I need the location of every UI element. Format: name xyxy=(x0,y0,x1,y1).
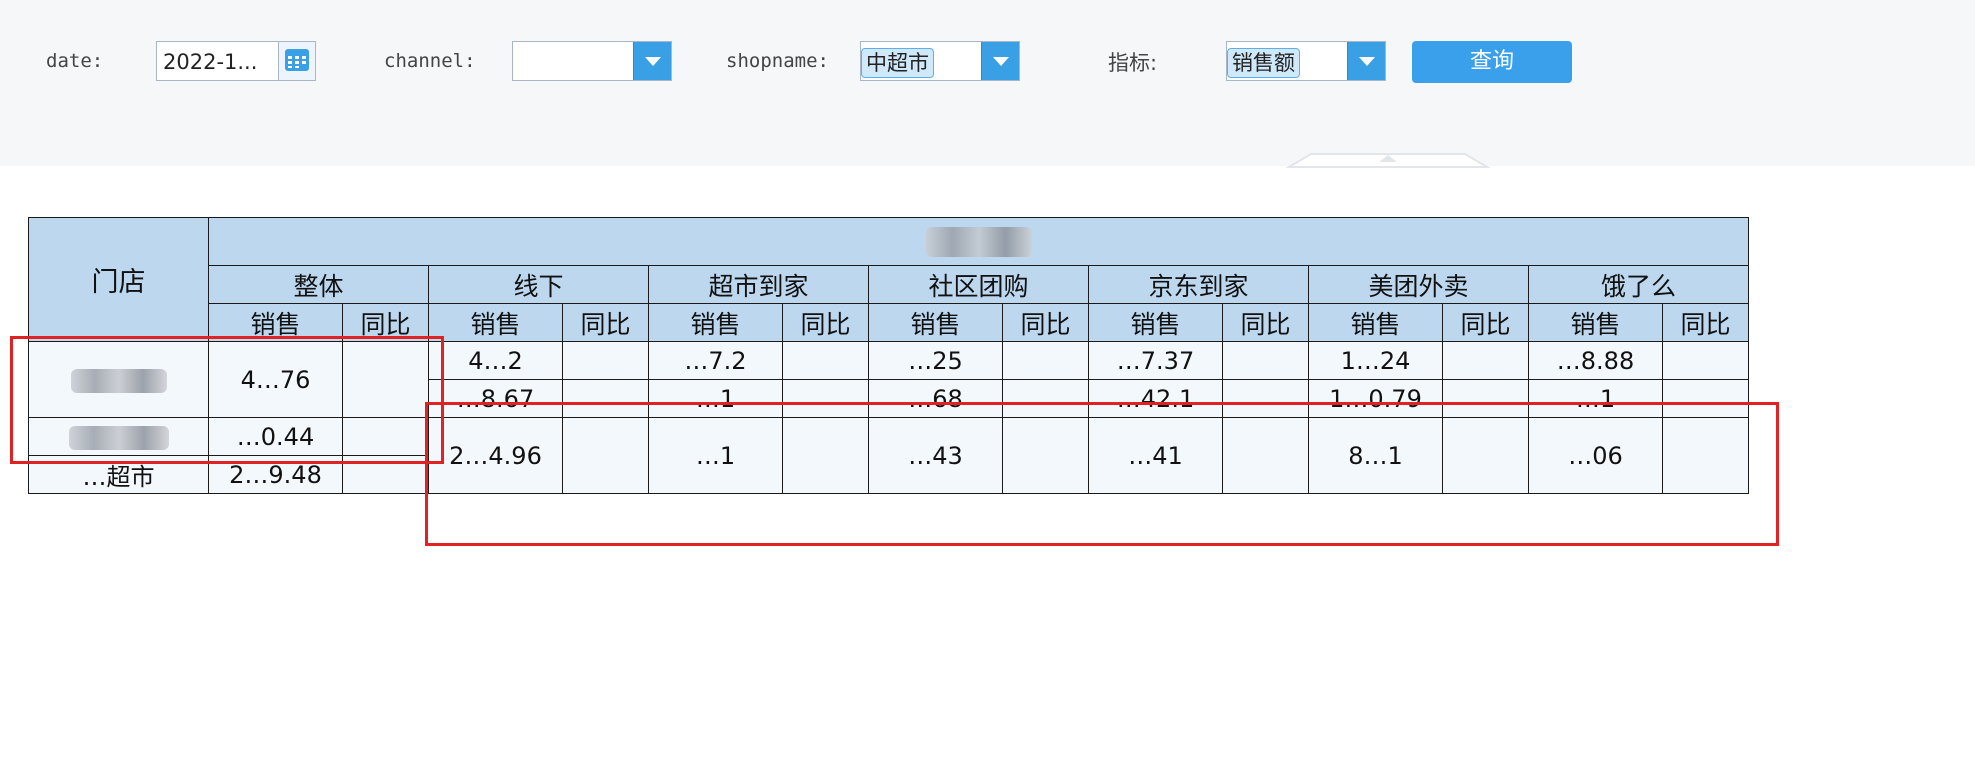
yoy-subheader: 同比 xyxy=(1002,303,1089,342)
channel-header: 饿了么 xyxy=(1528,265,1749,304)
channel-sales-cell: 4…2 xyxy=(428,341,563,380)
channel-sales-cell: …25 xyxy=(868,341,1003,380)
channel-sales-cell: 2…4.96 xyxy=(428,417,563,494)
sales-subheader: 销售 xyxy=(1308,303,1443,342)
shopname-label: shopname: xyxy=(726,50,829,72)
channel-sales-cell: …43 xyxy=(868,417,1003,494)
channel-sales-cell: …42.1 xyxy=(1088,379,1223,418)
sales-table: 门店 整体 线下 超市到家 社区团购 京东到家 美团外卖 饿了么 销售 同比 销… xyxy=(28,217,1749,494)
overall-sales-cell: …0.44 xyxy=(208,417,343,456)
yoy-subheader: 同比 xyxy=(1442,303,1529,342)
channel-yoy-cell xyxy=(1662,417,1749,494)
overall-yoy-cell xyxy=(342,341,429,418)
store-name-blurred xyxy=(70,368,167,393)
channel-yoy-cell xyxy=(1662,379,1749,418)
channel-yoy-cell xyxy=(562,341,649,380)
date-value: 2022-1... xyxy=(163,50,258,74)
sales-subheader: 销售 xyxy=(868,303,1003,342)
metric-select[interactable]: 销售额 xyxy=(1226,41,1386,81)
channel-yoy-cell xyxy=(1222,341,1309,380)
channel-yoy-cell xyxy=(1222,417,1309,494)
chevron-down-icon[interactable] xyxy=(633,42,671,80)
query-button[interactable]: 查询 xyxy=(1412,41,1572,83)
channel-yoy-cell xyxy=(562,379,649,418)
chevron-down-icon[interactable] xyxy=(981,42,1019,80)
store-cell xyxy=(28,341,209,418)
channel-yoy-cell xyxy=(782,379,869,418)
channel-sales-cell: …7.37 xyxy=(1088,341,1223,380)
date-picker[interactable]: 2022-1... xyxy=(156,41,316,81)
filter-bar: date: 2022-1... channel: shopname: 中超市 指… xyxy=(0,0,1975,168)
shopname-select[interactable]: 中超市 xyxy=(860,41,1020,81)
channel-yoy-cell xyxy=(1222,379,1309,418)
channel-header: 超市到家 xyxy=(648,265,869,304)
channel-yoy-cell xyxy=(782,341,869,380)
date-label: date: xyxy=(46,50,104,72)
sales-subheader: 销售 xyxy=(208,303,343,342)
channel-yoy-cell xyxy=(1442,341,1529,380)
channel-yoy-cell xyxy=(1442,417,1529,494)
channel-header: 京东到家 xyxy=(1088,265,1309,304)
yoy-subheader: 同比 xyxy=(1662,303,1749,342)
channel-yoy-cell xyxy=(1662,341,1749,380)
store-name-blurred xyxy=(68,425,169,450)
channel-sales-cell: 1…0.79 xyxy=(1308,379,1443,418)
channel-label: channel: xyxy=(384,50,476,72)
channel-sales-cell: …68 xyxy=(868,379,1003,418)
channel-header: 整体 xyxy=(208,265,429,304)
table-row: …0.44 2…4.96 …1 …43 …41 8…1 …06 xyxy=(28,417,1749,494)
channel-sales-cell: …06 xyxy=(1528,417,1663,494)
yoy-subheader: 同比 xyxy=(1222,303,1309,342)
store-cell xyxy=(28,417,209,456)
channel-sales-cell: …7.2 xyxy=(648,341,783,380)
channel-header: 线下 xyxy=(428,265,649,304)
collapse-handle-icon[interactable] xyxy=(1275,152,1501,168)
metric-label: 指标: xyxy=(1108,51,1158,75)
channel-sales-cell: …1 xyxy=(648,417,783,494)
yoy-subheader: 同比 xyxy=(562,303,649,342)
channel-header: 社区团购 xyxy=(868,265,1089,304)
sales-subheader: 销售 xyxy=(1528,303,1663,342)
store-cell: …超市 xyxy=(28,455,209,494)
channel-sales-cell: 8…1 xyxy=(1308,417,1443,494)
group-header xyxy=(208,217,1749,266)
channel-yoy-cell xyxy=(1442,379,1529,418)
channel-header: 美团外卖 xyxy=(1308,265,1529,304)
channel-yoy-cell xyxy=(1002,341,1089,380)
sales-subheader: 销售 xyxy=(1088,303,1223,342)
channel-sales-cell: 1…24 xyxy=(1308,341,1443,380)
channel-sales-cell: …1 xyxy=(648,379,783,418)
channel-sales-cell: …8.88 xyxy=(1528,341,1663,380)
sales-subheader: 销售 xyxy=(648,303,783,342)
channel-yoy-cell xyxy=(1002,417,1089,494)
shopname-tag[interactable]: 中超市 xyxy=(861,48,934,78)
overall-yoy-cell xyxy=(342,417,429,456)
channel-select[interactable] xyxy=(512,41,672,81)
overall-sales-cell: 2…9.48 xyxy=(208,455,343,494)
sales-subheader: 销售 xyxy=(428,303,563,342)
channel-yoy-cell xyxy=(1002,379,1089,418)
overall-sales-cell: 4…76 xyxy=(208,341,343,418)
yoy-subheader: 同比 xyxy=(782,303,869,342)
store-header: 门店 xyxy=(28,217,209,342)
calendar-icon[interactable] xyxy=(278,42,315,80)
chevron-down-icon[interactable] xyxy=(1347,42,1385,80)
channel-yoy-cell xyxy=(562,417,649,494)
yoy-subheader: 同比 xyxy=(342,303,429,342)
channel-sales-cell: …8.67 xyxy=(428,379,563,418)
channel-sales-cell: …1 xyxy=(1528,379,1663,418)
channel-sales-cell: …41 xyxy=(1088,417,1223,494)
metric-tag[interactable]: 销售额 xyxy=(1227,48,1300,78)
overall-yoy-cell xyxy=(342,455,429,494)
table-row: 4…76 4…2 …7.2 …25 …7.37 1…24 …8.88 xyxy=(28,341,1749,418)
channel-yoy-cell xyxy=(782,417,869,494)
group-header-blurred xyxy=(925,227,1032,257)
